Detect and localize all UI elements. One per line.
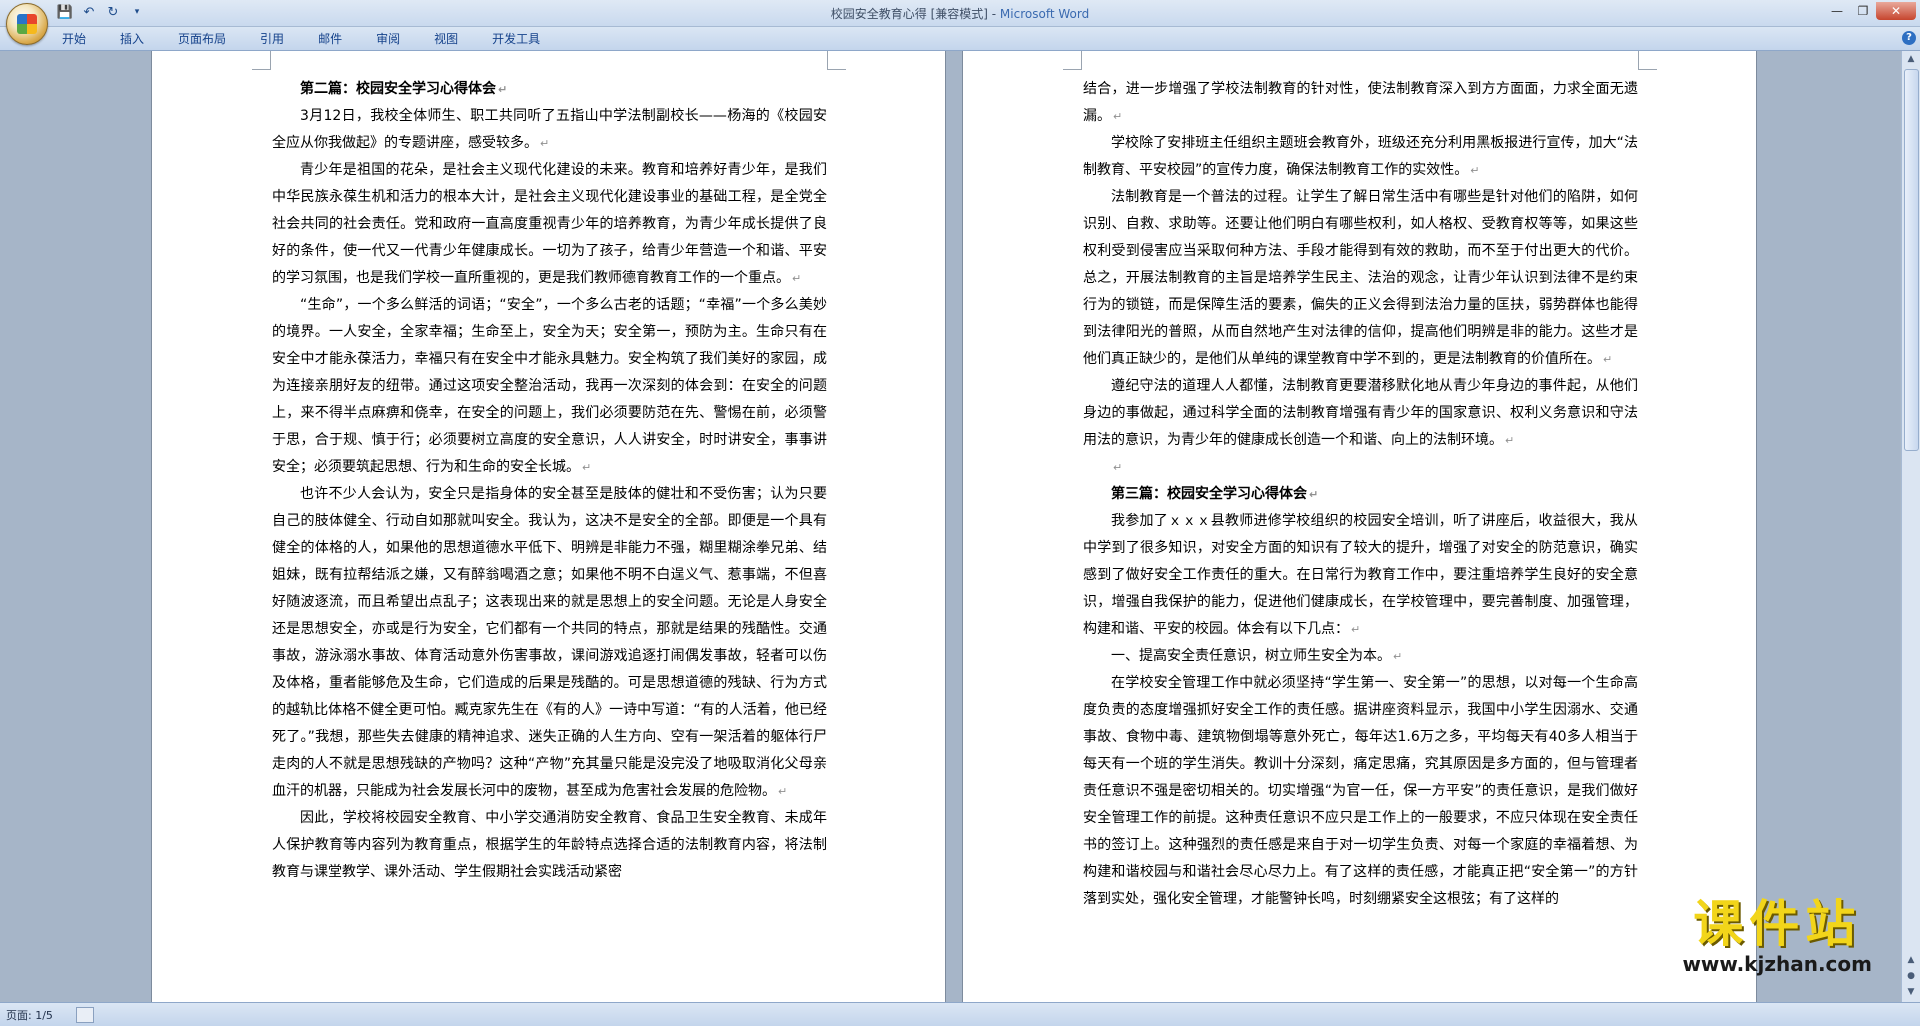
tab-insert[interactable]: 插入 bbox=[118, 30, 146, 47]
section-heading: 第二篇：校园安全学习心得体会 ↵ bbox=[300, 81, 508, 97]
paragraph: 在学校安全管理工作中就必须坚持“学生第一、安全第一”的思想，以对每一个生命高度负… bbox=[1083, 675, 1638, 907]
prev-page-icon[interactable]: ▲ bbox=[1902, 952, 1920, 968]
browse-object-icon[interactable]: ● bbox=[1902, 968, 1920, 984]
crop-mark bbox=[1638, 51, 1657, 70]
watermark-brand: 课件站 bbox=[1693, 895, 1862, 953]
document-page-2[interactable]: 结合，进一步增强了学校法制教育的针对性，使法制教育深入到方方面面，力求全面无遗漏… bbox=[963, 51, 1756, 1002]
window-title: 校园安全教育心得 [兼容模式] - Microsoft Word bbox=[0, 5, 1920, 22]
scroll-thumb[interactable] bbox=[1904, 69, 1919, 451]
document-page-1[interactable]: 第二篇：校园安全学习心得体会 ↵ 3月12日，我校全体师生、职工共同听了五指山中学… bbox=[152, 51, 945, 1002]
office-button[interactable] bbox=[6, 3, 48, 45]
tab-view[interactable]: 视图 bbox=[432, 30, 460, 47]
close-button[interactable]: ✕ bbox=[1876, 2, 1916, 20]
window-controls: — ❐ ✕ bbox=[1824, 2, 1916, 20]
crop-mark bbox=[1063, 51, 1082, 70]
ribbon-tabs: 开始 插入 页面布局 引用 邮件 审阅 视图 开发工具 bbox=[60, 30, 542, 47]
page-1-text: 第二篇：校园安全学习心得体会 ↵ 3月12日，我校全体师生、职工共同听了五指山中学… bbox=[272, 76, 827, 886]
paragraph: 青少年是祖国的花朵，是社会主义现代化建设的未来。教育和培养好青少年，是我们中华民… bbox=[272, 162, 827, 286]
paragraph: 我参加了ｘｘｘ县教师进修学校组织的校园安全培训，听了讲座后，收益很大，我从中学到… bbox=[1083, 513, 1638, 637]
tab-references[interactable]: 引用 bbox=[258, 30, 286, 47]
minimize-button[interactable]: — bbox=[1824, 2, 1850, 20]
page-2-text: 结合，进一步增强了学校法制教育的针对性，使法制教育深入到方方面面，力求全面无遗漏… bbox=[1083, 76, 1638, 913]
watermark-logo: 课件站 www.kjzhan.com bbox=[1682, 896, 1872, 976]
vertical-scrollbar[interactable]: ▲ ▲ ● ▼ bbox=[1901, 51, 1920, 1002]
status-bar: 页面: 1/5 bbox=[0, 1002, 1920, 1026]
paragraph: 结合，进一步增强了学校法制教育的针对性，使法制教育深入到方方面面，力求全面无遗漏… bbox=[1083, 81, 1638, 124]
paragraph: 一、提高安全责任意识，树立师生安全为本。 ↵ bbox=[1111, 648, 1403, 664]
paragraph: 因此，学校将校园安全教育、中小学交通消防安全教育、食品卫生安全教育、未成年人保护… bbox=[272, 810, 827, 880]
ribbon-tabs-bar: 开始 插入 页面布局 引用 邮件 审阅 视图 开发工具 ? bbox=[0, 27, 1920, 51]
paragraph: “生命”，一个多么鲜活的词语；“安全”，一个多么古老的话题；“幸福”一个多么美妙… bbox=[272, 297, 827, 475]
tab-page-layout[interactable]: 页面布局 bbox=[176, 30, 228, 47]
scroll-up-icon[interactable]: ▲ bbox=[1902, 51, 1920, 67]
tab-home[interactable]: 开始 bbox=[60, 30, 88, 47]
crop-mark bbox=[252, 51, 271, 70]
paragraph: 法制教育是一个普法的过程。让学生了解日常生活中有哪些是针对他们的陷阱，如何识别、… bbox=[1083, 189, 1638, 367]
office-logo-icon bbox=[17, 14, 37, 34]
document-title: 校园安全教育心得 [兼容模式] - bbox=[830, 7, 1000, 21]
watermark-url: www.kjzhan.com bbox=[1682, 952, 1872, 976]
section-heading: 第三篇：校园安全学习心得体会 ↵ bbox=[1111, 486, 1319, 502]
help-icon[interactable]: ? bbox=[1902, 31, 1916, 45]
paragraph: 也许不少人会认为，安全只是指身体的安全甚至是肢体的健壮和不受伤害；认为只要自己的… bbox=[272, 486, 827, 799]
tab-review[interactable]: 审阅 bbox=[374, 30, 402, 47]
restore-button[interactable]: ❐ bbox=[1850, 2, 1876, 20]
paragraph: 遵纪守法的道理人人都懂，法制教育更要潜移默化地从青少年身边的事件起，从他们身边的… bbox=[1083, 378, 1638, 448]
proofing-icon[interactable] bbox=[76, 1007, 94, 1023]
empty-paragraph: ↵ bbox=[1113, 461, 1123, 474]
document-workspace: 第二篇：校园安全学习心得体会 ↵ 3月12日，我校全体师生、职工共同听了五指山中学… bbox=[0, 51, 1900, 1002]
tab-mailings[interactable]: 邮件 bbox=[316, 30, 344, 47]
title-bar: 💾 ↶ ↻ ▾ 校园安全教育心得 [兼容模式] - Microsoft Word… bbox=[0, 0, 1920, 27]
paragraph: 学校除了安排班主任组织主题班会教育外，班级还充分利用黑板报进行宣传，加大“法制教… bbox=[1083, 135, 1638, 178]
tab-developer[interactable]: 开发工具 bbox=[490, 30, 542, 47]
crop-mark bbox=[827, 51, 846, 70]
paragraph: 3月12日，我校全体师生、职工共同听了五指山中学法制副校长——杨海的《校园安全应… bbox=[272, 108, 827, 151]
app-name: Microsoft Word bbox=[999, 7, 1090, 21]
next-page-icon[interactable]: ▼ bbox=[1902, 984, 1920, 1000]
page-count[interactable]: 页面: 1/5 bbox=[6, 1007, 53, 1023]
